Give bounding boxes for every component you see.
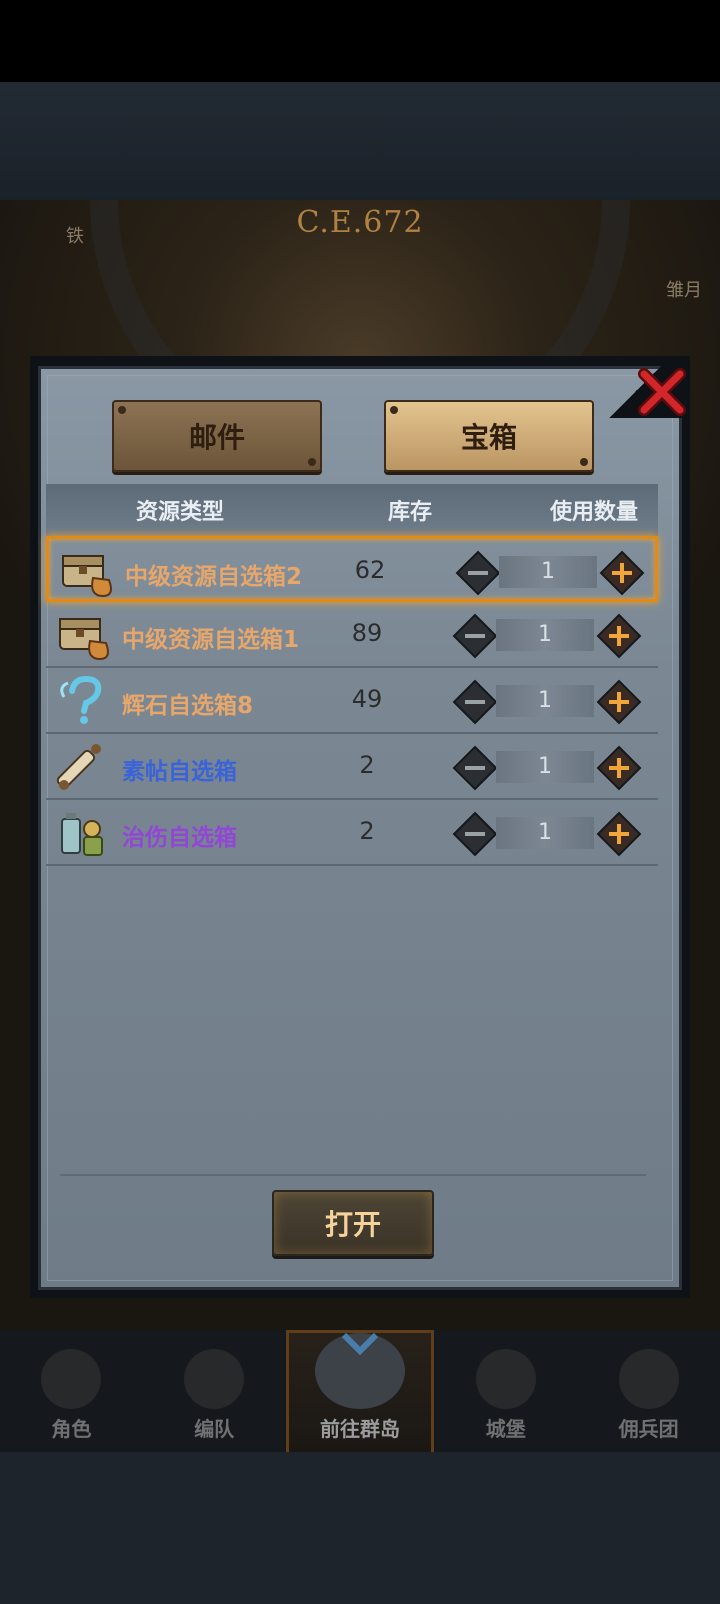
- plus-button[interactable]: [596, 811, 642, 857]
- minus-button[interactable]: [452, 811, 498, 857]
- table-row[interactable]: 中级资源自选箱2 62 1: [46, 536, 658, 602]
- table-header: 资源类型 库存 使用数量: [46, 484, 658, 536]
- minus-button[interactable]: [452, 613, 498, 659]
- banner-icon: [618, 1349, 679, 1409]
- scene-text-left: 铁: [66, 226, 84, 247]
- footer-divider: [60, 1174, 646, 1176]
- tab-mail[interactable]: 邮件: [112, 400, 322, 472]
- column-header-quantity: 使用数量: [550, 500, 639, 525]
- column-header-type: 资源类型: [136, 500, 225, 525]
- rivet-icon: [118, 406, 126, 414]
- castle-icon: [475, 1349, 536, 1409]
- nav-label: 角色: [51, 1417, 92, 1441]
- item-name: 辉石自选箱8: [122, 693, 254, 719]
- potion-bottle-icon: [61, 813, 103, 856]
- quantity-value[interactable]: 1: [499, 556, 597, 588]
- stock-value: 89: [351, 619, 383, 647]
- era-label: C.E.672: [296, 205, 424, 240]
- scene-text-right: 雏月: [666, 280, 702, 301]
- item-name: 治伤自选箱: [122, 825, 237, 851]
- nav-item-islands[interactable]: 前往群岛: [285, 1330, 435, 1452]
- rivet-icon: [580, 458, 588, 466]
- item-name: 中级资源自选箱1: [122, 627, 300, 653]
- tab-label: 宝箱: [460, 421, 517, 454]
- open-button[interactable]: 打开: [272, 1190, 434, 1256]
- stock-value: 2: [359, 751, 375, 779]
- nav-label: 佣兵团: [618, 1417, 679, 1441]
- formation-icon: [184, 1349, 245, 1409]
- stock-value: 62: [354, 556, 386, 584]
- plus-button[interactable]: [599, 550, 645, 596]
- magic-question-icon: [60, 675, 102, 724]
- nav-item-character[interactable]: 角色: [0, 1330, 143, 1452]
- plus-button[interactable]: [596, 613, 642, 659]
- nav-item-formation[interactable]: 编队: [143, 1330, 286, 1452]
- plus-button[interactable]: [596, 679, 642, 725]
- open-button-label: 打开: [324, 1208, 381, 1241]
- minus-button[interactable]: [452, 679, 498, 725]
- rivet-icon: [308, 458, 316, 466]
- nav-label: 城堡: [485, 1417, 526, 1441]
- nav-item-mercenary[interactable]: 佣兵团: [577, 1330, 720, 1452]
- column-header-stock: 库存: [388, 500, 433, 525]
- chevron-down-icon: [341, 1332, 379, 1356]
- tab-label: 邮件: [188, 421, 245, 454]
- tab-chest[interactable]: 宝箱: [384, 400, 594, 472]
- rivet-icon: [390, 406, 398, 414]
- quantity-value[interactable]: 1: [496, 619, 594, 651]
- quantity-value[interactable]: 1: [496, 685, 594, 717]
- treasure-chest-icon: [59, 618, 109, 661]
- table-row[interactable]: 辉石自选箱8 49 1: [46, 668, 658, 734]
- bottom-background: [0, 1452, 720, 1604]
- scroll-icon: [56, 744, 101, 790]
- minus-button[interactable]: [452, 745, 498, 791]
- bottom-nav: 角色 编队 前往群岛 城堡 佣兵团: [0, 1330, 720, 1452]
- stock-value: 2: [359, 817, 375, 845]
- minus-button[interactable]: [455, 550, 501, 596]
- nav-label: 编队: [194, 1417, 235, 1441]
- quantity-value[interactable]: 1: [496, 751, 594, 783]
- item-name: 素帖自选箱: [122, 759, 237, 785]
- close-icon[interactable]: [636, 366, 688, 418]
- treasure-chest-icon: [62, 555, 112, 598]
- status-bar: [0, 0, 720, 82]
- plus-button[interactable]: [596, 745, 642, 791]
- knight-icon: [41, 1349, 102, 1409]
- sky-background: [0, 82, 720, 202]
- table-row[interactable]: 治伤自选箱 2 1: [46, 800, 658, 866]
- stock-value: 49: [351, 685, 383, 713]
- table-row[interactable]: 中级资源自选箱1 89 1: [46, 602, 658, 668]
- quantity-value[interactable]: 1: [496, 817, 594, 849]
- item-name: 中级资源自选箱2: [125, 564, 303, 590]
- nav-item-castle[interactable]: 城堡: [434, 1330, 577, 1452]
- nav-label: 前往群岛: [319, 1417, 400, 1441]
- table-row[interactable]: 素帖自选箱 2 1: [46, 734, 658, 800]
